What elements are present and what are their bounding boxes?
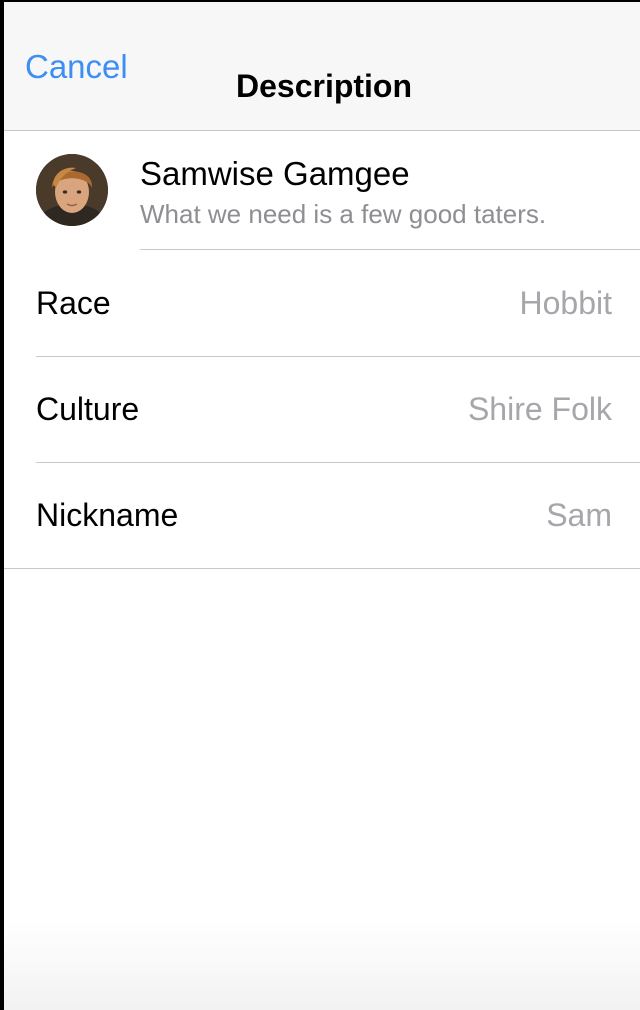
row-value: Shire Folk — [467, 391, 612, 427]
profile-quote: What we need is a few good taters. — [140, 199, 547, 229]
bottom-fade — [4, 920, 640, 1010]
row-label: Nickname — [36, 497, 179, 533]
avatar — [36, 154, 108, 226]
navigation-bar: Cancel Description — [4, 2, 640, 131]
separator — [140, 249, 640, 250]
detail-row-culture[interactable]: Culture Shire Folk — [4, 357, 640, 463]
separator — [4, 568, 640, 569]
detail-row-race[interactable]: Race Hobbit — [4, 251, 640, 357]
profile-name: Samwise Gamgee — [140, 155, 410, 192]
row-value: Sam — [546, 497, 612, 533]
page-title: Description — [235, 68, 413, 104]
screen: Cancel Description Samwise Gamgee What w… — [4, 0, 640, 1010]
row-label: Race — [36, 285, 111, 321]
row-value: Hobbit — [519, 285, 613, 321]
profile-cell[interactable]: Samwise Gamgee What we need is a few goo… — [4, 131, 640, 250]
row-label: Culture — [36, 391, 140, 427]
detail-row-nickname[interactable]: Nickname Sam — [4, 463, 640, 569]
avatar-portrait-icon — [36, 154, 108, 226]
